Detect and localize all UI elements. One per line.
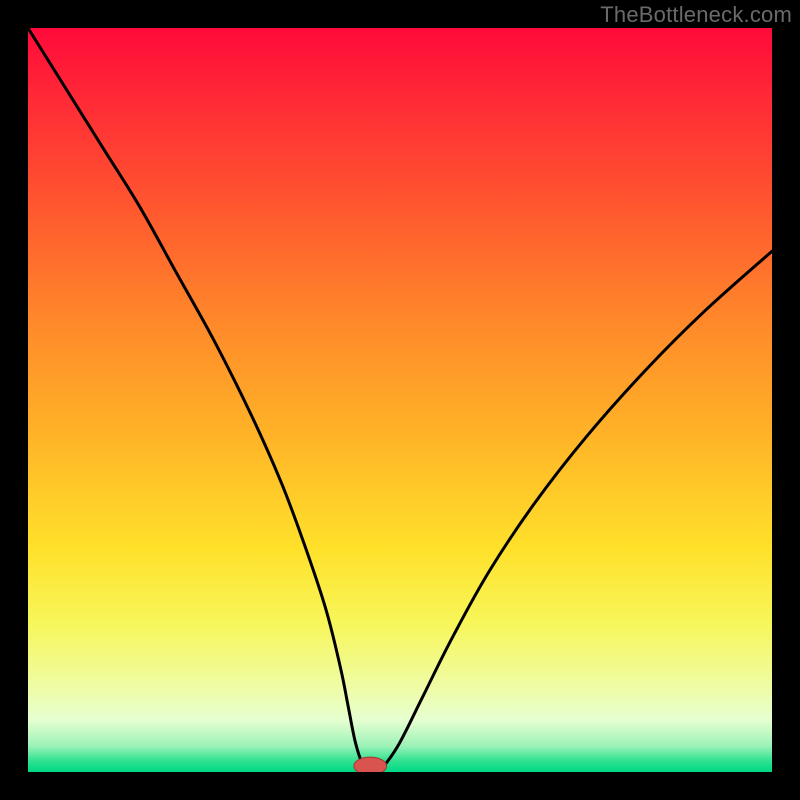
watermark-text: TheBottleneck.com: [600, 2, 792, 28]
gradient-background: [28, 28, 772, 772]
bottleneck-chart: [28, 28, 772, 772]
plot-area: [28, 28, 772, 772]
chart-frame: TheBottleneck.com: [0, 0, 800, 800]
minimum-marker: [354, 757, 387, 772]
